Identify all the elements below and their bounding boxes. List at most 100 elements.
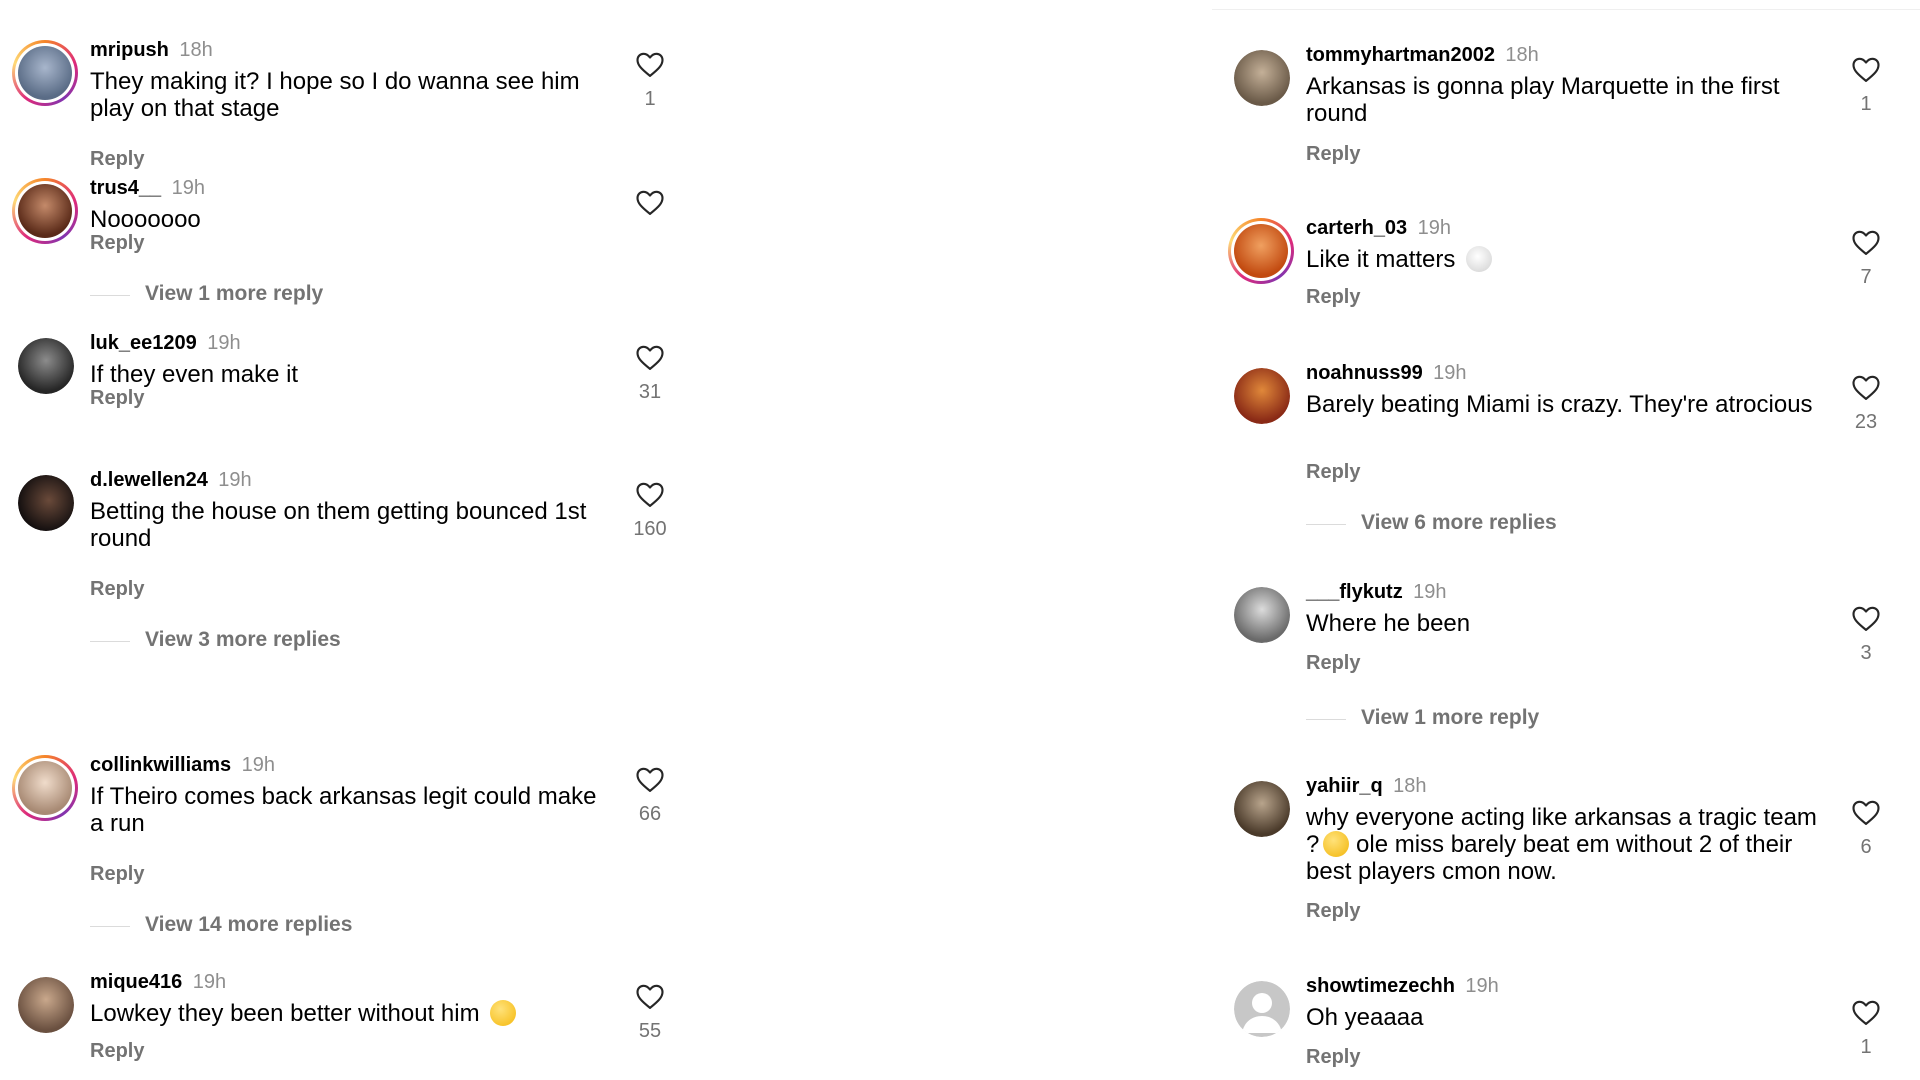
like-control: 1 bbox=[1836, 998, 1896, 1059]
comment-text: If they even make it bbox=[90, 361, 299, 388]
comment-username[interactable]: showtimezechh bbox=[1306, 975, 1455, 997]
like-control: 7 bbox=[1836, 228, 1896, 289]
heart-icon[interactable] bbox=[635, 765, 665, 793]
thinking-face-emoji-icon bbox=[490, 1000, 517, 1026]
reply-button[interactable]: Reply bbox=[1306, 652, 1360, 674]
comment-username[interactable]: mique416 bbox=[90, 971, 182, 993]
reply-button[interactable]: Reply bbox=[1306, 1046, 1360, 1068]
comment-username[interactable]: mripush bbox=[90, 39, 169, 61]
reply-button[interactable]: Reply bbox=[90, 387, 144, 409]
comment-username[interactable]: carterh_03 bbox=[1306, 217, 1407, 239]
comment-timestamp: 19h bbox=[171, 177, 205, 199]
comment-username[interactable]: trus4__ bbox=[90, 177, 161, 199]
like-count: 3 bbox=[1860, 642, 1872, 664]
avatar[interactable] bbox=[1234, 50, 1290, 106]
replies-divider bbox=[90, 641, 130, 643]
heart-icon[interactable] bbox=[1851, 55, 1881, 83]
comment-timestamp: 18h bbox=[179, 39, 213, 61]
reply-button[interactable]: Reply bbox=[90, 232, 144, 254]
heart-icon[interactable] bbox=[1851, 604, 1881, 632]
comment-text: Nooooooo bbox=[90, 206, 201, 233]
comment-username[interactable]: ___flykutz bbox=[1306, 581, 1403, 603]
like-count: 1 bbox=[1860, 93, 1872, 115]
skull-emoji-icon bbox=[1466, 246, 1493, 272]
comment-timestamp: 19h bbox=[207, 332, 241, 354]
avatar[interactable] bbox=[1228, 218, 1294, 284]
comment-text-part-2: ole miss barely beat em without 2 of the… bbox=[1306, 831, 1793, 885]
comment-text: Betting the house on them getting bounce… bbox=[90, 498, 587, 552]
heart-icon[interactable] bbox=[1851, 373, 1881, 401]
replies-divider bbox=[90, 295, 130, 297]
view-more-replies-label: View 1 more reply bbox=[1361, 706, 1540, 729]
reply-button[interactable]: Reply bbox=[90, 863, 144, 885]
avatar[interactable] bbox=[12, 40, 78, 106]
view-more-replies[interactable]: View 14 more replies bbox=[90, 913, 352, 937]
avatar[interactable] bbox=[18, 338, 74, 394]
heart-icon[interactable] bbox=[1851, 998, 1881, 1026]
like-control: 55 bbox=[620, 982, 680, 1043]
like-control bbox=[620, 188, 680, 216]
heart-icon[interactable] bbox=[635, 982, 665, 1010]
like-control: 23 bbox=[1836, 373, 1896, 434]
comment-timestamp: 19h bbox=[241, 754, 275, 776]
avatar-image bbox=[18, 977, 74, 1033]
avatar-image bbox=[1234, 368, 1290, 424]
heart-icon[interactable] bbox=[635, 188, 665, 216]
avatar[interactable] bbox=[12, 755, 78, 821]
like-control: 160 bbox=[620, 480, 680, 541]
heart-icon[interactable] bbox=[635, 50, 665, 78]
like-control: 1 bbox=[620, 50, 680, 111]
view-more-replies[interactable]: View 6 more replies bbox=[1306, 511, 1557, 535]
like-control: 66 bbox=[620, 765, 680, 826]
heart-icon[interactable] bbox=[635, 480, 665, 508]
reply-button[interactable]: Reply bbox=[1306, 461, 1360, 483]
avatar[interactable] bbox=[18, 475, 74, 531]
comment-text: Arkansas is gonna play Marquette in the … bbox=[1306, 73, 1780, 127]
view-more-replies[interactable]: View 1 more reply bbox=[1306, 706, 1539, 730]
reply-button[interactable]: Reply bbox=[90, 578, 144, 600]
heart-icon[interactable] bbox=[1851, 798, 1881, 826]
heart-icon[interactable] bbox=[1851, 228, 1881, 256]
avatar[interactable] bbox=[1234, 587, 1290, 643]
like-count: 1 bbox=[644, 88, 656, 110]
reply-button[interactable]: Reply bbox=[1306, 286, 1360, 308]
replies-divider bbox=[1306, 524, 1346, 526]
comment-username[interactable]: luk_ee1209 bbox=[90, 332, 197, 354]
like-control: 31 bbox=[620, 343, 680, 404]
comment-timestamp: 19h bbox=[192, 971, 227, 993]
comment-text: Like it matters bbox=[1306, 246, 1826, 273]
heart-icon[interactable] bbox=[635, 343, 665, 371]
comment-timestamp: 19h bbox=[1417, 217, 1452, 239]
like-count: 66 bbox=[638, 803, 662, 825]
comment-username[interactable]: d.lewellen24 bbox=[90, 469, 208, 491]
reply-button[interactable]: Reply bbox=[1306, 900, 1360, 922]
avatar[interactable] bbox=[18, 977, 74, 1033]
like-count: 23 bbox=[1854, 411, 1878, 433]
view-more-replies-label: View 1 more reply bbox=[145, 282, 324, 305]
comment-text: Where he been bbox=[1306, 610, 1471, 637]
comment-text: Lowkey they been better without him bbox=[90, 1000, 610, 1027]
avatar[interactable] bbox=[1234, 368, 1290, 424]
like-control: 6 bbox=[1836, 798, 1896, 859]
view-more-replies-label: View 6 more replies bbox=[1361, 511, 1557, 534]
avatar[interactable] bbox=[1234, 981, 1290, 1037]
avatar-image bbox=[1234, 224, 1288, 278]
comment-username[interactable]: collinkwilliams bbox=[90, 754, 231, 776]
like-count: 31 bbox=[638, 381, 662, 403]
like-count: 1 bbox=[1860, 1036, 1872, 1058]
reply-button[interactable]: Reply bbox=[1306, 143, 1360, 165]
reply-button[interactable]: Reply bbox=[90, 148, 144, 170]
avatar[interactable] bbox=[12, 178, 78, 244]
reply-button[interactable]: Reply bbox=[90, 1040, 144, 1062]
default-avatar-icon bbox=[1234, 981, 1290, 1037]
comment-username[interactable]: noahnuss99 bbox=[1306, 362, 1423, 384]
like-count: 160 bbox=[633, 518, 667, 540]
comment-username[interactable]: tommyhartman2002 bbox=[1306, 44, 1495, 66]
view-more-replies[interactable]: View 3 more replies bbox=[90, 628, 341, 652]
avatar-image bbox=[18, 338, 74, 394]
avatar[interactable] bbox=[1234, 781, 1290, 837]
view-more-replies[interactable]: View 1 more reply bbox=[90, 282, 323, 306]
avatar-image bbox=[18, 475, 74, 531]
comment-text-body: Lowkey they been better without him bbox=[90, 1000, 480, 1027]
comment-username[interactable]: yahiir_q bbox=[1306, 775, 1383, 797]
